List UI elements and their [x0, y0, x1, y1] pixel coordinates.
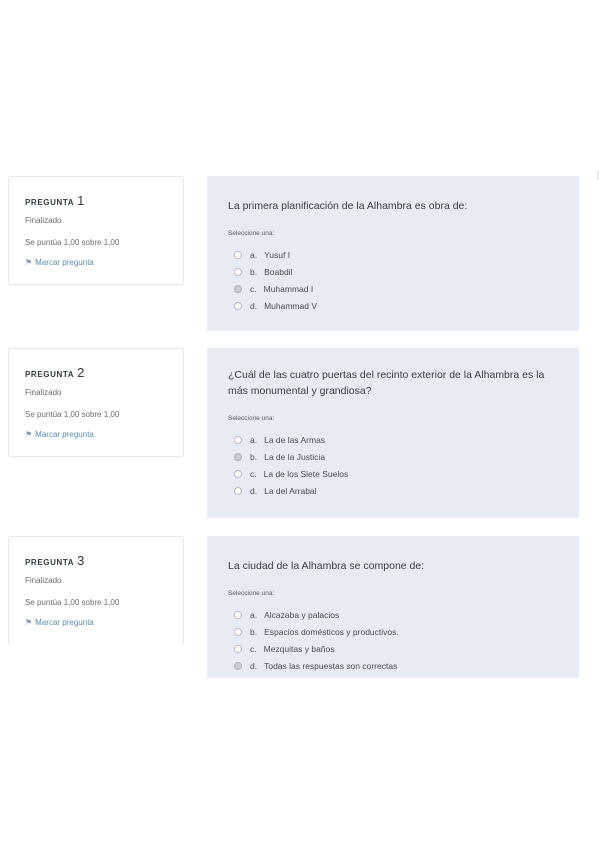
question-1-info: PREGUNTA 1 Finalizado Se puntúa 1,00 sobr…	[8, 176, 184, 285]
radio-button[interactable]	[234, 644, 242, 653]
answer-text: La del Arrabal	[264, 485, 317, 496]
question-1-header: PREGUNTA 1	[25, 193, 167, 208]
answer-option-b[interactable]: b. Espacios domésticos y productivos.	[228, 623, 559, 640]
answer-option-c[interactable]: c. La de los Siete Suelos	[228, 465, 559, 482]
question-number: 2	[77, 365, 85, 380]
answer-letter: b.	[250, 451, 258, 462]
answer-list: a. Alcazaba y palacios b. Espacios domésti…	[228, 606, 559, 674]
question-2-info: PREGUNTA 2 Finalizado Se puntúa 1,00 sobr…	[8, 348, 184, 457]
question-text: ¿Cuál de las cuatro puertas del recinto …	[228, 369, 545, 397]
question-grade: Se puntúa 1,00 sobre 1,00	[25, 598, 120, 607]
question-grade: Se puntúa 1,00 sobre 1,00	[25, 410, 120, 419]
answer-letter: d.	[250, 300, 258, 311]
question-state: Finalizado	[25, 216, 62, 225]
answer-option-d[interactable]: d. Todas las respuestas son correctas	[228, 657, 559, 674]
answer-letter: c.	[250, 468, 257, 479]
radio-button[interactable]	[234, 267, 242, 276]
answer-option-d[interactable]: d. Muhammad V	[228, 297, 559, 314]
flag-question-label: Marcar pregunta	[35, 430, 94, 439]
answer-text: Muhammad V	[264, 300, 318, 311]
answer-text: Yusuf I	[264, 249, 291, 260]
question-2-content: ¿Cuál de las cuatro puertas del recinto …	[207, 348, 579, 518]
radio-button[interactable]	[234, 250, 242, 259]
question-label: PREGUNTA	[25, 558, 75, 567]
answer-text: Espacios domésticos y productivos.	[264, 626, 399, 637]
flag-icon: ⚑	[25, 618, 33, 627]
answer-letter: c.	[250, 643, 257, 654]
question-grade: Se puntúa 1,00 sobre 1,00	[25, 238, 120, 247]
answer-text: La de las Armas	[264, 434, 326, 445]
radio-button[interactable]	[234, 435, 242, 444]
answer-list: a. La de las Armas b. La de la Justicia c.…	[228, 431, 559, 499]
flag-question-link[interactable]: ⚑ Marcar pregunta	[25, 430, 167, 439]
question-state: Finalizado	[25, 576, 62, 585]
answer-option-b[interactable]: b. La de la Justicia	[228, 448, 559, 465]
answer-text: Todas las respuestas son correctas	[264, 660, 398, 671]
answer-prompt: Seleccione una:	[228, 230, 275, 237]
answer-prompt: Seleccione una:	[228, 415, 275, 422]
question-label: PREGUNTA	[25, 370, 75, 379]
flag-question-link[interactable]: ⚑ Marcar pregunta	[25, 258, 167, 267]
radio-button[interactable]	[234, 486, 242, 495]
answer-option-c[interactable]: c. Mezquitas y baños	[228, 640, 559, 657]
radio-button-selected[interactable]	[234, 284, 242, 293]
question-2-header: PREGUNTA 2	[25, 365, 167, 380]
question-3-content: La ciudad de la Alhambra se compone de: …	[207, 536, 579, 678]
answer-letter: c.	[250, 283, 257, 294]
question-label: PREGUNTA	[25, 198, 75, 207]
question-3-header: PREGUNTA 3	[25, 553, 167, 568]
flag-question-link[interactable]: ⚑ Marcar pregunta	[25, 618, 167, 627]
answer-letter: a.	[250, 434, 258, 445]
flag-icon: ⚑	[25, 258, 33, 267]
answer-option-a[interactable]: a. La de las Armas	[228, 431, 559, 448]
question-3-info: PREGUNTA 3 Finalizado Se puntúa 1,00 sobr…	[8, 536, 184, 645]
question-number: 3	[77, 553, 85, 568]
answer-text: Boabdil	[264, 266, 293, 277]
question-text: La primera planificación de la Alhambra …	[228, 200, 468, 212]
answer-text: La de los Siete Suelos	[263, 468, 349, 479]
answer-letter: b.	[250, 626, 258, 637]
answer-text: Alcazaba y palacios	[264, 609, 340, 620]
radio-button[interactable]	[234, 301, 242, 310]
radio-button[interactable]	[234, 469, 242, 478]
answer-letter: d.	[250, 660, 258, 671]
flag-question-label: Marcar pregunta	[35, 258, 94, 267]
answer-letter: b.	[250, 266, 258, 277]
flag-question-label: Marcar pregunta	[35, 618, 94, 627]
radio-button-selected[interactable]	[234, 452, 242, 461]
answer-text: La de la Justicia	[264, 451, 326, 462]
answer-letter: d.	[250, 485, 258, 496]
radio-button-selected[interactable]	[234, 661, 242, 670]
answer-option-a[interactable]: a. Yusuf I	[228, 246, 559, 263]
answer-prompt: Seleccione una:	[228, 590, 275, 597]
question-1-content: La primera planificación de la Alhambra …	[207, 176, 579, 331]
answer-option-b[interactable]: b. Boabdil	[228, 263, 559, 280]
answer-letter: a.	[250, 609, 258, 620]
radio-button[interactable]	[234, 610, 242, 619]
question-state: Finalizado	[25, 388, 62, 397]
answer-text: Muhammad I	[263, 283, 314, 294]
answer-letter: a.	[250, 249, 258, 260]
question-number: 1	[77, 193, 85, 208]
question-text: La ciudad de la Alhambra se compone de:	[228, 560, 425, 572]
answer-option-c[interactable]: c. Muhammad I	[228, 280, 559, 297]
answer-text: Mezquitas y baños	[263, 643, 335, 654]
answer-option-a[interactable]: a. Alcazaba y palacios	[228, 606, 559, 623]
radio-button[interactable]	[234, 627, 242, 636]
flag-icon: ⚑	[25, 430, 33, 439]
answer-option-d[interactable]: d. La del Arrabal	[228, 482, 559, 499]
answer-list: a. Yusuf I b. Boabdil c. Muhammad I d. Muham…	[228, 246, 559, 314]
